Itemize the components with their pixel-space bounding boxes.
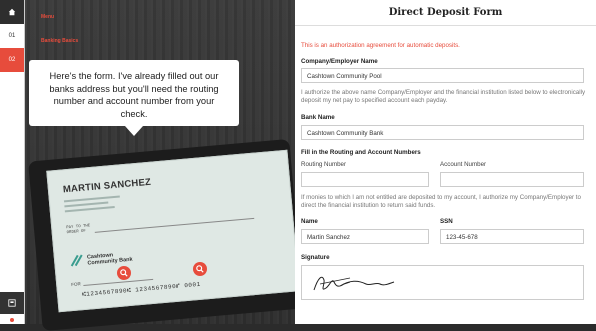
nav-rail: 01 02 <box>0 0 25 324</box>
signature-box <box>301 265 584 300</box>
check-pay-to: PAY TO THE ORDER OF <box>66 224 91 236</box>
status-dot <box>10 318 14 322</box>
glossary-button[interactable] <box>0 292 24 314</box>
bank-logo-icon <box>70 254 83 267</box>
form-intro: This is an authorization agreement for a… <box>301 42 460 49</box>
account-zoom-button[interactable] <box>193 262 207 276</box>
ssn-field[interactable]: 123-45-678 <box>440 229 584 244</box>
routing-label: Routing Number <box>301 161 347 168</box>
routing-number-field[interactable] <box>301 172 429 187</box>
nav-item-01[interactable]: 01 <box>0 24 24 48</box>
company-field[interactable]: Cashtown Community Pool <box>301 68 584 83</box>
check-payee-line <box>94 217 255 233</box>
check-address-line <box>64 205 115 213</box>
home-button[interactable] <box>0 0 24 24</box>
section-title: Banking Basics <box>41 38 79 44</box>
speech-bubble: Here's the form. I've already filled out… <box>29 60 239 136</box>
menu-link[interactable]: Menu <box>41 14 54 20</box>
authorize-text: I authorize the above name Company/Emplo… <box>301 89 586 104</box>
bubble-text: Here's the form. I've already filled out… <box>49 71 219 119</box>
ssn-label: SSN <box>440 218 453 225</box>
check-for-label: FOR <box>71 281 81 288</box>
bank-label: Bank Name <box>301 114 335 121</box>
signature-label: Signature <box>301 254 330 261</box>
magnifier-icon <box>196 265 204 273</box>
check-address-line <box>63 195 120 203</box>
bank-field[interactable]: Cashtown Community Bank <box>301 125 584 140</box>
form-title: Direct Deposit Form <box>295 0 596 26</box>
company-label: Company/Employer Name <box>301 58 378 65</box>
nav-item-02[interactable]: 02 <box>0 48 24 72</box>
home-icon <box>8 8 16 16</box>
check-image: MARTIN SANCHEZ PAY TO THE ORDER OF Casht… <box>46 149 300 313</box>
account-number-field[interactable] <box>440 172 584 187</box>
book-icon <box>8 299 16 307</box>
signature-image <box>313 276 395 291</box>
account-label: Account Number <box>440 161 487 168</box>
name-label: Name <box>301 218 318 225</box>
routing-zoom-button[interactable] <box>117 266 131 280</box>
direct-deposit-form: Direct Deposit Form This is an authoriza… <box>295 0 596 324</box>
check-name: MARTIN SANCHEZ <box>62 176 152 196</box>
routing-heading: Fill in the Routing and Account Numbers <box>301 149 421 156</box>
check-bank-name: Cashtown Community Bank <box>86 252 133 267</box>
monies-text: If monies to which I am not entitled are… <box>301 194 581 209</box>
name-field[interactable]: Martin Sanchez <box>301 229 429 244</box>
magnifier-icon <box>120 269 128 277</box>
